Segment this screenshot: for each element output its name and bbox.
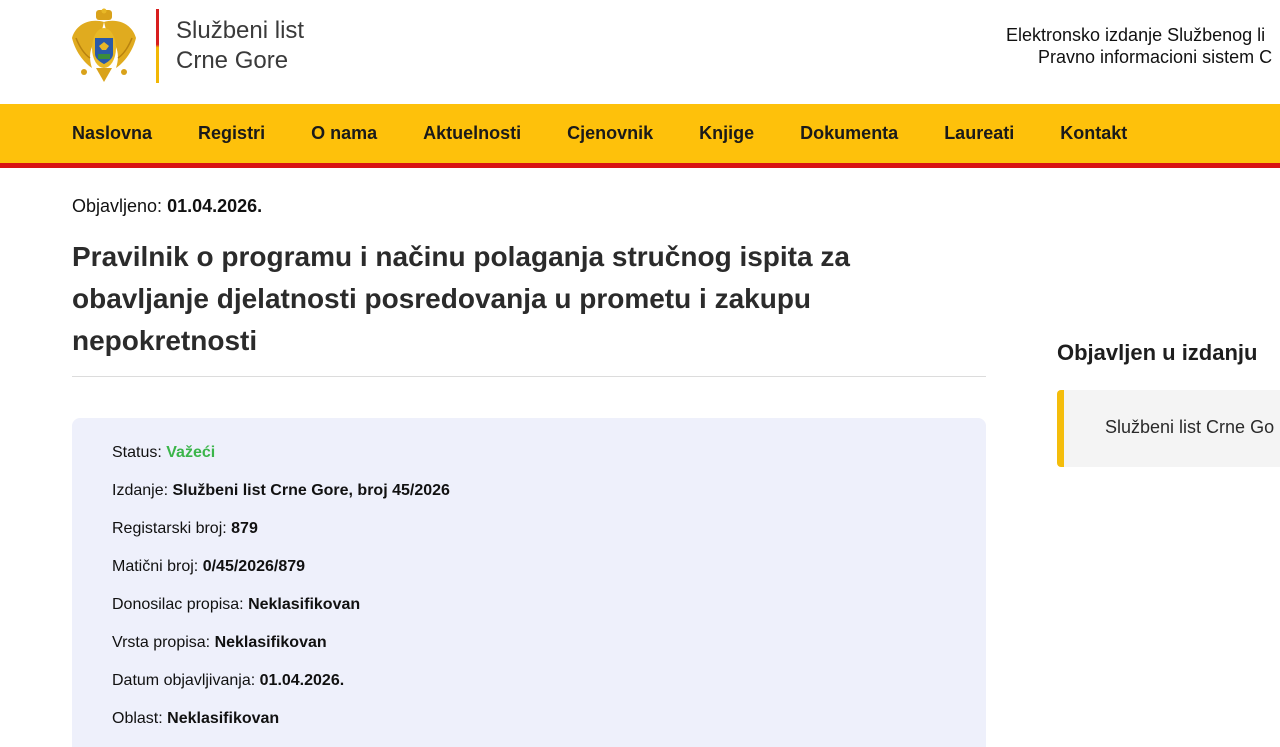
detail-type: Vrsta propisa: Neklasifikovan — [112, 634, 327, 652]
detail-issuer-value: Neklasifikovan — [248, 596, 361, 613]
detail-area: Oblast: Neklasifikovan — [112, 710, 279, 728]
detail-area-label: Oblast: — [112, 710, 163, 727]
detail-issuer-label: Donosilac propisa: — [112, 596, 244, 613]
nav-item-naslovna[interactable]: Naslovna — [72, 123, 152, 144]
site-title-line2: Crne Gore — [176, 47, 289, 74]
detail-registry-value: 879 — [231, 520, 258, 537]
header-tagline: Elektronsko izdanje Službenog li Pravno … — [1006, 24, 1280, 68]
detail-publish-date: Datum objavljivanja: 01.04.2026. — [112, 672, 344, 690]
detail-edition-value: Službeni list Crne Gore, broj 45/2026 — [172, 482, 450, 499]
detail-master-number: Matični broj: 0/45/2026/879 — [112, 558, 305, 576]
document-title: Pravilnik o programu i načinu polaganja … — [72, 241, 850, 356]
detail-type-label: Vrsta propisa: — [112, 634, 211, 651]
coat-of-arms-logo[interactable] — [70, 8, 138, 84]
detail-master-value: 0/45/2026/879 — [202, 558, 306, 575]
nav-underline — [0, 163, 1280, 168]
detail-status: Status: Važeći — [112, 444, 215, 462]
status-badge: Važeći — [166, 444, 216, 461]
published-date: Objavljeno: 01.04.2026. — [72, 196, 262, 217]
logo-divider — [156, 9, 159, 83]
nav-item-kontakt[interactable]: Kontakt — [1060, 123, 1127, 144]
detail-area-value: Neklasifikovan — [167, 710, 280, 727]
nav-item-laureati[interactable]: Laureati — [944, 123, 1014, 144]
site-header: Službeni list Crne Gore Elektronsko izda… — [0, 0, 1280, 104]
detail-publish-date-value: 01.04.2026. — [259, 672, 345, 689]
detail-type-value: Neklasifikovan — [214, 634, 327, 651]
detail-master-label: Matični broj: — [112, 558, 199, 575]
nav-list: Naslovna Registri O nama Aktuelnosti Cje… — [72, 104, 1173, 163]
nav-item-knjige[interactable]: Knjige — [699, 123, 754, 144]
sidebar-edition-label: Službeni list Crne Go — [1105, 417, 1275, 437]
detail-registry-label: Registarski broj: — [112, 520, 227, 537]
header-tagline-line2: Pravno informacioni sistem C — [1038, 47, 1273, 67]
site-title[interactable]: Službeni list Crne Gore — [176, 16, 304, 76]
detail-edition: Izdanje: Službeni list Crne Gore, broj 4… — [112, 482, 450, 500]
detail-edition-label: Izdanje: — [112, 482, 169, 499]
main-nav: Naslovna Registri O nama Aktuelnosti Cje… — [0, 104, 1280, 163]
site-title-line1: Službeni list — [176, 17, 305, 44]
document-details-panel: Status: Važeći Izdanje: Službeni list Cr… — [72, 418, 986, 747]
nav-item-registri[interactable]: Registri — [198, 123, 265, 144]
published-label: Objavljeno: — [72, 196, 163, 216]
published-value: 01.04.2026. — [167, 196, 263, 216]
sidebar-heading: Objavljen u izdanju — [1057, 340, 1258, 365]
nav-item-dokumenta[interactable]: Dokumenta — [800, 123, 898, 144]
sidebar-edition-link[interactable]: Službeni list Crne Go — [1057, 390, 1280, 467]
nav-item-o-nama[interactable]: O nama — [311, 123, 377, 144]
nav-item-cjenovnik[interactable]: Cjenovnik — [567, 123, 653, 144]
detail-issuer: Donosilac propisa: Neklasifikovan — [112, 596, 360, 614]
detail-registry-number: Registarski broj: 879 — [112, 520, 258, 538]
nav-item-aktuelnosti[interactable]: Aktuelnosti — [423, 123, 521, 144]
title-divider — [72, 376, 986, 377]
detail-status-label: Status: — [112, 444, 162, 461]
header-tagline-line1: Elektronsko izdanje Službenog li — [1006, 25, 1266, 45]
detail-publish-date-label: Datum objavljivanja: — [112, 672, 256, 689]
